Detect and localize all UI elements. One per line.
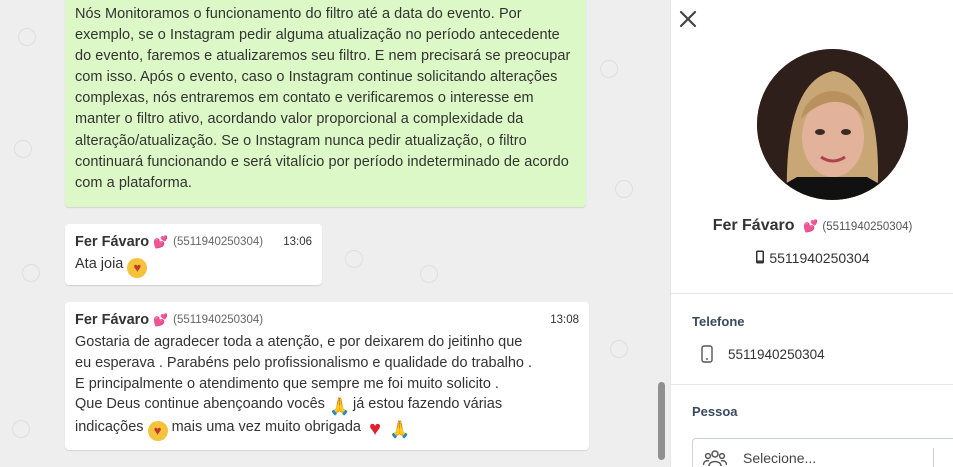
select-divider: [933, 448, 934, 467]
two-hearts-icon: 💕: [153, 235, 169, 249]
pessoa-select[interactable]: Selecione...: [692, 438, 953, 467]
message-time: 13:08: [550, 314, 579, 326]
chat-scrollbar-thumb[interactable]: [658, 382, 665, 460]
mobile-phone-icon: [756, 250, 765, 264]
background-doodle-icon: [420, 265, 438, 283]
contact-phone: 5511940250304: [769, 250, 870, 266]
folded-hands-icon: 🙏: [328, 397, 351, 417]
background-doodle-icon: [22, 264, 40, 282]
smiling-face-with-hearts-icon: ♥: [147, 421, 168, 442]
telefone-label: Telefone: [692, 314, 745, 329]
incoming-message: Fer Fávaro 💕 (5511940250304) 13:08 Gosta…: [65, 302, 589, 450]
background-doodle-icon: [345, 250, 363, 268]
message-sender: Fer Fávaro: [75, 312, 150, 328]
pessoa-label: Pessoa: [692, 404, 738, 419]
two-hearts-icon: 💕: [153, 313, 169, 327]
contact-photo: [757, 49, 908, 200]
mobile-phone-icon: [701, 345, 713, 363]
divider: [671, 384, 953, 385]
smiling-face-with-hearts-icon: ♥: [127, 258, 148, 278]
people-icon: [703, 450, 727, 467]
message-text: Nós Monitoramos o funcionamento do filtr…: [75, 6, 571, 191]
message-line: E principalmente o atendimento que sempr…: [75, 375, 499, 392]
divider: [671, 293, 953, 294]
background-doodle-icon: [615, 180, 633, 198]
sender-phone: (5511940250304): [173, 314, 264, 326]
incoming-message: Fer Fávaro 💕 (5511940250304) 13:06 Ata j…: [65, 224, 322, 285]
select-placeholder: Selecione...: [743, 450, 817, 466]
background-doodle-icon: [14, 140, 32, 158]
close-icon[interactable]: [677, 8, 699, 30]
message-text: indicações: [75, 419, 144, 436]
contact-phone-paren: (5511940250304): [822, 221, 913, 233]
message-sender: Fer Fávaro: [75, 234, 150, 250]
telefone-value: 5511940250304: [728, 346, 825, 362]
background-doodle-icon: [600, 60, 618, 78]
contact-name-row: Fer Fávaro 💕 (5511940250304): [671, 217, 953, 235]
sender-phone: (5511940250304): [173, 236, 264, 248]
message-line: indicações ♥ mais uma vez muito obrigada…: [75, 417, 579, 442]
message-text: Ata joia: [75, 256, 124, 272]
folded-hands-icon: 🙏: [389, 420, 411, 440]
outgoing-message: Nós Monitoramos o funcionamento do filtr…: [65, 0, 586, 207]
background-doodle-icon: [610, 340, 628, 358]
message-line: Que Deus continue abençoando vocês 🙏 já …: [75, 394, 579, 417]
red-heart-icon: ♥: [369, 418, 381, 441]
message-time: 13:06: [283, 236, 312, 248]
chat-pane: Nós Monitoramos o funcionamento do filtr…: [0, 0, 670, 467]
two-hearts-icon: 💕: [802, 219, 818, 233]
background-doodle-icon: [12, 420, 30, 438]
message-text: mais uma vez muito obrigada: [171, 419, 361, 436]
message-line: Gostaria de agradecer toda a atenção, e …: [75, 334, 523, 350]
background-doodle-icon: [18, 28, 36, 46]
message-text: já estou fazendo várias: [352, 396, 503, 413]
telefone-row[interactable]: 5511940250304: [701, 345, 825, 363]
message-line: eu esperava . Parabéns pelo profissional…: [75, 354, 533, 371]
contact-name: Fer Fávaro: [712, 217, 795, 234]
message-text: Que Deus continue abençoando vocês: [75, 396, 325, 413]
contact-info-panel: Fer Fávaro 💕 (5511940250304) 55119402503…: [670, 0, 953, 467]
contact-phone-row: 5511940250304: [671, 250, 953, 266]
avatar: [757, 49, 908, 200]
